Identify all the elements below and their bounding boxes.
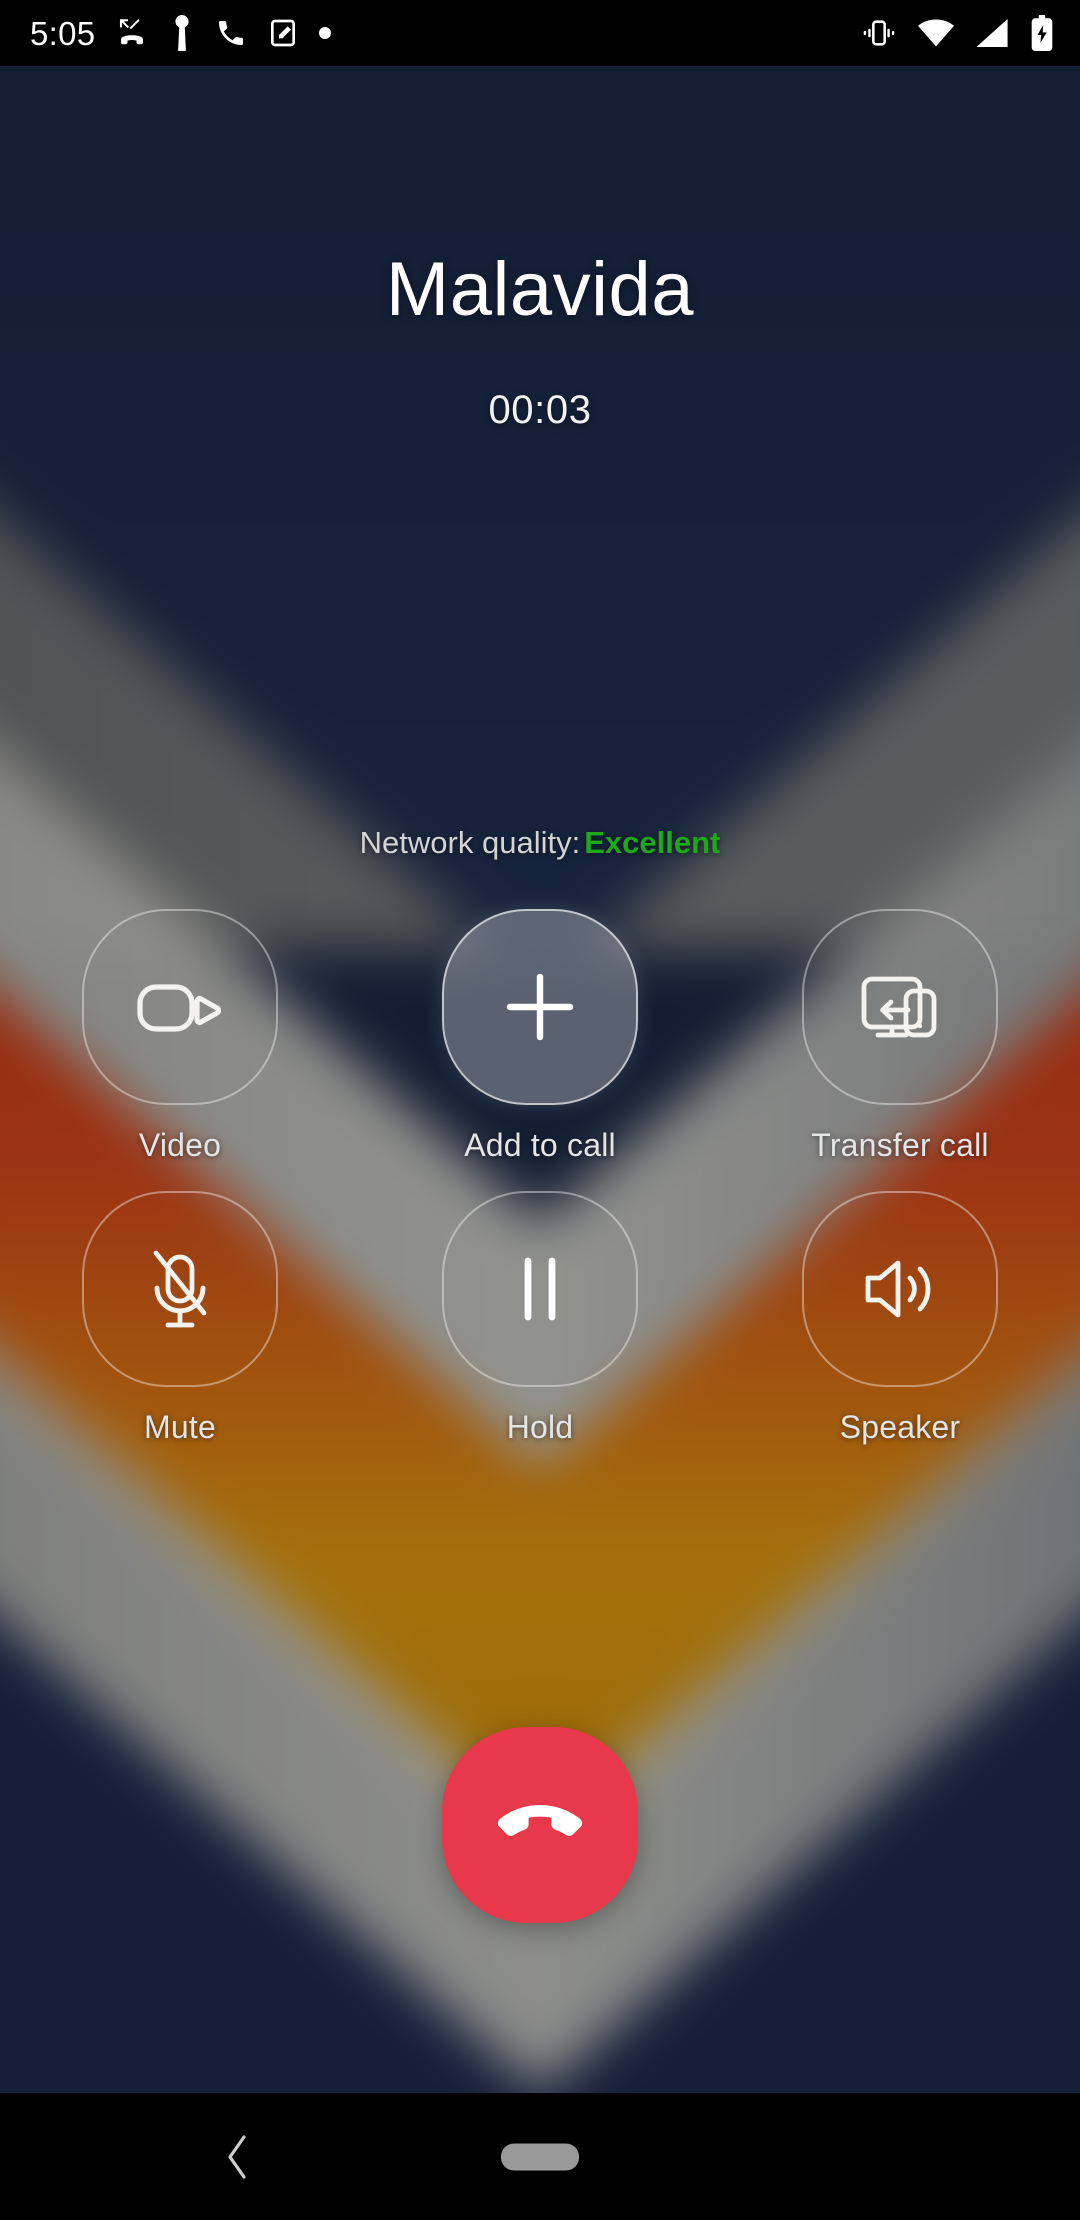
call-controls-grid: Video Add to call Transfer call Mute Hol… — [0, 909, 1080, 1446]
control-video[interactable]: Video — [0, 909, 360, 1164]
in-call-screen: Malavida 00:03 Network quality: Excellent — [0, 66, 1080, 2093]
control-transfer-call[interactable]: Transfer call — [720, 909, 1080, 1164]
speaker-on-icon — [848, 1237, 952, 1341]
plus-icon — [496, 963, 584, 1051]
video-button-label: Video — [138, 1127, 222, 1163]
mute-button-label: Mute — [144, 1409, 216, 1445]
vpn-key-icon — [169, 15, 195, 51]
add-to-call-button[interactable] — [442, 909, 638, 1105]
control-speaker[interactable]: Speaker — [720, 1191, 1080, 1446]
hold-button-label: Hold — [506, 1409, 574, 1445]
call-controls-row-1: Video Add to call Transfer call — [0, 909, 1080, 1164]
speaker-button[interactable] — [802, 1191, 998, 1387]
end-call-button[interactable] — [442, 1727, 638, 1923]
add-to-call-button-label: Add to call — [464, 1127, 616, 1163]
hold-button[interactable] — [442, 1191, 638, 1387]
control-hold[interactable]: Hold — [360, 1191, 720, 1446]
pause-icon — [492, 1241, 588, 1337]
vibrate-icon — [862, 16, 896, 50]
cellular-signal-icon — [976, 19, 1008, 47]
speaker-button-label: Speaker — [839, 1409, 961, 1445]
status-bar-clock: 5:05 — [30, 14, 96, 52]
home-pill-icon[interactable] — [501, 2143, 579, 2170]
end-call-icon — [488, 1773, 592, 1877]
video-camera-icon — [128, 955, 232, 1059]
network-quality-status: Network quality: Excellent — [0, 825, 1080, 861]
phone-icon — [215, 17, 247, 49]
network-quality-label: Network quality: — [359, 825, 581, 860]
control-add-to-call[interactable]: Add to call — [360, 909, 720, 1164]
transfer-call-button-label: Transfer call — [811, 1127, 989, 1163]
missed-call-icon — [115, 16, 149, 50]
transfer-call-icon — [848, 955, 952, 1059]
back-chevron-icon[interactable] — [208, 2127, 268, 2187]
microphone-off-icon — [130, 1239, 230, 1339]
end-call-area — [0, 1727, 1080, 1923]
note-edit-icon — [267, 17, 299, 49]
wifi-icon — [918, 19, 954, 47]
status-bar-left: 5:05 — [30, 14, 332, 52]
notification-dot-icon — [319, 27, 332, 39]
battery-charging-icon — [1030, 15, 1054, 51]
status-bar: 5:05 — [0, 0, 1080, 66]
transfer-call-button[interactable] — [802, 909, 998, 1105]
call-duration: 00:03 — [488, 388, 592, 432]
caller-name: Malavida — [385, 247, 695, 332]
video-button[interactable] — [82, 909, 278, 1105]
control-mute[interactable]: Mute — [0, 1191, 360, 1446]
mute-button[interactable] — [82, 1191, 278, 1387]
status-bar-right — [862, 15, 1054, 51]
navigation-bar — [0, 2093, 1080, 2220]
phone-screen: 5:05 Malavida 00:03 Network quality: Exc… — [0, 0, 1080, 2220]
network-quality-value: Excellent — [584, 825, 721, 860]
call-controls-row-2: Mute Hold Speaker — [0, 1191, 1080, 1446]
